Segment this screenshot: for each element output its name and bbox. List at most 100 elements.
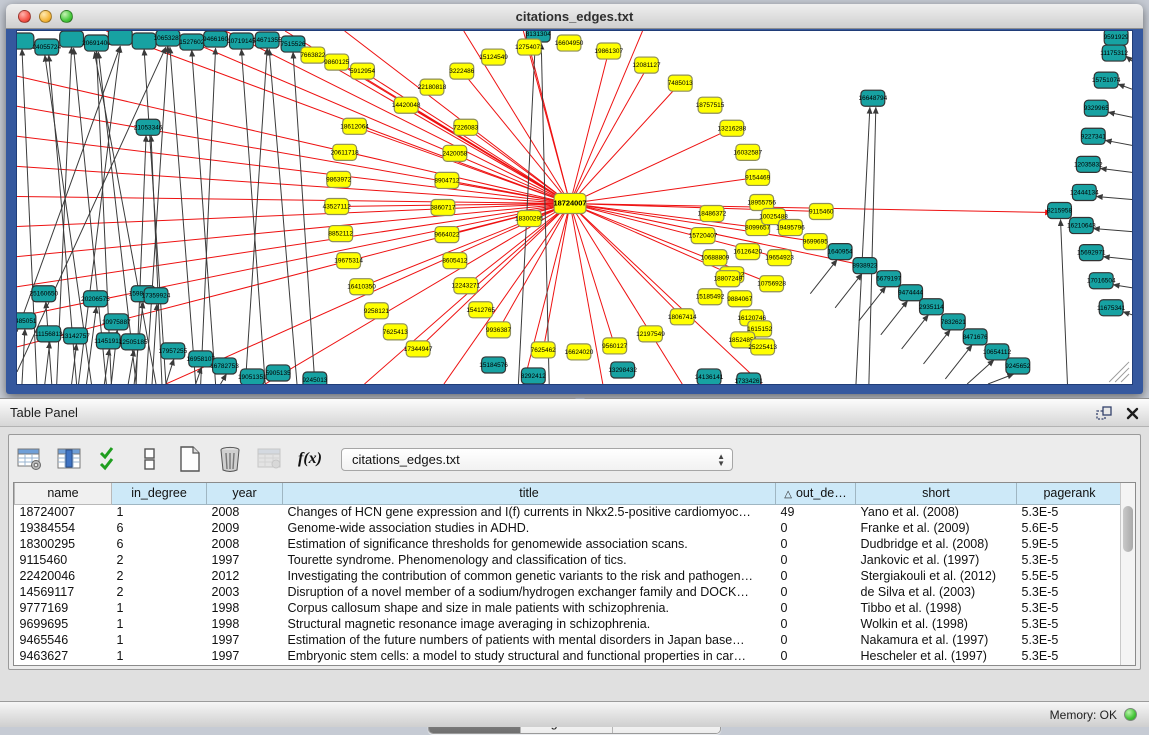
graph-node[interactable]: 14420048 [392,97,421,113]
black-edge[interactable] [1113,285,1132,288]
graph-node[interactable]: 18724007 [553,193,586,213]
graph-node[interactable]: 16126420 [733,244,762,260]
red-edge[interactable] [570,83,680,203]
graph-node[interactable]: 20206575 [81,291,110,307]
column-header-out-de-[interactable]: △out_de… [776,483,856,504]
table-row[interactable]: 1456911722003Disruption of a novel membe… [15,584,1123,600]
graph-node[interactable]: 15720407 [689,228,718,244]
red-edge[interactable] [570,51,609,203]
graph-node[interactable] [60,31,84,47]
graph-node[interactable]: 19495796 [776,220,805,236]
graph-node[interactable]: 17957255 [159,343,188,359]
black-edge[interactable] [810,260,837,294]
graph-node[interactable] [132,33,156,49]
black-edge[interactable] [1061,220,1068,384]
float-panel-icon[interactable] [1096,406,1112,420]
column-header-pagerank[interactable]: pagerank [1017,483,1123,504]
graph-node[interactable]: 9560127 [602,338,627,354]
black-edge[interactable] [1100,168,1132,172]
black-edge[interactable] [1105,140,1132,145]
graph-node[interactable]: 7485051 [17,313,37,329]
table-row[interactable]: 1872400712008Changes of HCN gene express… [15,504,1123,520]
function-builder-icon[interactable]: f(x) [295,444,325,474]
graph-node[interactable]: 16210643 [1067,218,1096,234]
graph-node[interactable]: 5912954 [350,63,375,79]
graph-node[interactable]: 16624020 [565,344,594,360]
graph-node[interactable]: 12197549 [636,326,665,342]
graph-node[interactable]: 15692971 [1077,245,1106,261]
red-edge[interactable] [17,136,570,203]
column-visibility-icon[interactable] [55,444,85,474]
graph-node[interactable]: 7625462 [531,342,556,358]
red-edge[interactable] [17,203,570,286]
table-row[interactable]: 946362711997Embryonic stem cells: a mode… [15,648,1123,664]
zoom-window-button[interactable] [60,10,73,23]
black-edge[interactable] [869,107,876,384]
black-edge[interactable] [192,50,216,384]
graph-node[interactable]: 18300295 [515,211,544,227]
graph-node[interactable]: 8938923 [852,258,877,274]
black-edge[interactable] [201,48,216,384]
graph-node[interactable]: 7226083 [453,119,478,135]
graph-node[interactable] [108,31,132,45]
graph-node[interactable]: 8471676 [963,329,988,345]
graph-node[interactable]: 19654923 [765,250,794,266]
graph-node[interactable]: 15751074 [1092,72,1121,88]
black-edge[interactable] [859,287,886,321]
graph-node[interactable]: 9466160 [203,31,228,47]
graph-node[interactable]: 17334261 [734,373,763,384]
black-edge[interactable] [269,49,297,384]
graph-node[interactable]: 16410350 [347,279,376,295]
graph-node[interactable]: 12035832 [1074,156,1103,172]
graph-node[interactable]: 22180818 [418,79,447,95]
black-edge[interactable] [988,374,1014,384]
graph-node[interactable]: 18486372 [698,205,727,221]
graph-node[interactable]: 15412765 [466,302,495,318]
delete-column-icon[interactable] [215,444,245,474]
graph-node[interactable]: 9115460 [809,203,834,219]
graph-node[interactable]: 12243271 [451,278,480,294]
deselect-all-icon[interactable] [135,444,165,474]
graph-node[interactable]: 9329965 [1084,100,1109,116]
black-edge[interactable] [902,315,929,349]
graph-node[interactable]: 15124549 [479,49,508,65]
table-scrollbar[interactable] [1120,483,1135,665]
graph-node[interactable]: 16604950 [555,35,584,51]
table-settings-icon[interactable] [15,444,45,474]
black-edge[interactable] [146,46,168,384]
black-edge[interactable] [881,301,908,335]
graph-node[interactable]: 9884067 [727,291,752,307]
black-edge[interactable] [152,304,157,384]
graph-node[interactable]: 9863972 [326,171,351,187]
table-row[interactable]: 2242004622012Investigating the contribut… [15,568,1123,584]
graph-node[interactable]: 3860717 [430,199,455,215]
canvas-resize-grip[interactable] [1109,362,1129,382]
graph-node[interactable]: 7832621 [941,314,966,330]
table-scrollbar-thumb[interactable] [1123,506,1133,552]
graph-node[interactable]: 7485013 [668,75,693,91]
black-edge[interactable] [1118,84,1132,89]
black-edge[interactable] [856,107,870,384]
close-window-button[interactable] [18,10,31,23]
graph-node[interactable]: 1640954 [828,244,853,260]
graph-node[interactable]: 20611718 [331,144,360,160]
graph-node[interactable]: 16782753 [210,358,239,374]
table-row[interactable]: 911546021997Tourette syndrome. Phenomeno… [15,552,1123,568]
graph-node[interactable]: 10719145 [227,33,256,49]
graph-node[interactable]: 18807249 [714,271,743,287]
graph-node[interactable]: 12444134 [1070,184,1099,200]
graph-node[interactable]: 14671355 [253,32,282,48]
graph-node[interactable]: 8292412 [521,368,546,384]
table-row[interactable]: 1938455462009Genome-wide association stu… [15,520,1123,536]
graph-node[interactable]: 20691406 [82,35,111,51]
graph-node[interactable]: 7625413 [383,324,408,340]
graph-node[interactable]: 19051351 [238,369,267,384]
graph-node[interactable]: 10654112 [983,344,1012,360]
red-edge[interactable] [226,31,571,203]
graph-node[interactable]: 7663822 [300,47,325,63]
black-edge[interactable] [170,47,196,384]
column-header-title[interactable]: title [283,483,776,504]
minimize-window-button[interactable] [39,10,52,23]
graph-node[interactable]: 1527602 [179,34,204,50]
column-header-in-degree[interactable]: in_degree [112,483,207,504]
